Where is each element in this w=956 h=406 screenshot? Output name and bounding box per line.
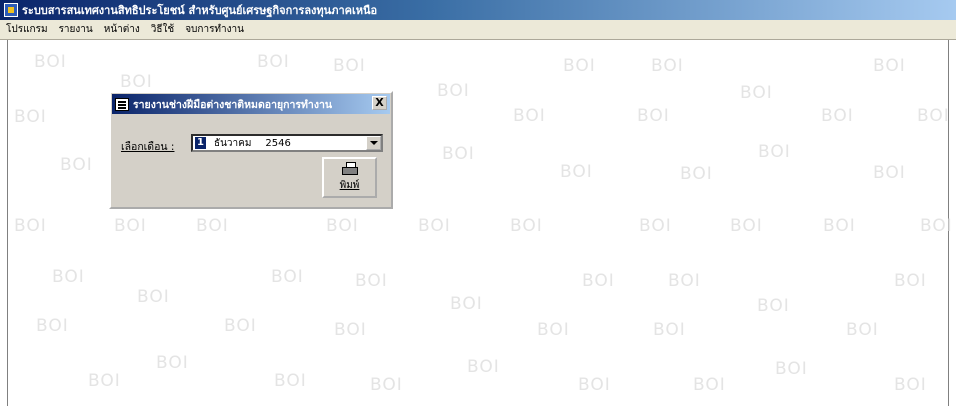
watermark-text: BOI — [196, 216, 229, 236]
watermark-text: BOI — [52, 267, 85, 287]
watermark-text: BOI — [563, 56, 596, 76]
watermark-text: BOI — [775, 359, 808, 379]
watermark-text: BOI — [333, 56, 366, 76]
watermark-text: BOI — [821, 106, 854, 126]
watermark-text: BOI — [894, 271, 927, 291]
watermark-text: BOI — [637, 106, 670, 126]
title-bar: ระบบสารสนเทศงานสิทธิประโยชน์ สำหรับศูนย์… — [0, 0, 956, 20]
watermark-text: BOI — [578, 375, 611, 395]
watermark-text: BOI — [846, 320, 879, 340]
watermark-text: BOI — [467, 357, 500, 377]
watermark-text: BOI — [450, 294, 483, 314]
watermark-text: BOI — [137, 287, 170, 307]
window-title: ระบบสารสนเทศงานสิทธิประโยชน์ สำหรับศูนย์… — [22, 4, 378, 17]
watermark-text: BOI — [60, 155, 93, 175]
month-label: เลือกเดือน : — [121, 141, 175, 153]
watermark-text: BOI — [537, 320, 570, 340]
dialog-title: รายงานช่างฝีมือต่างชาติหมดอายุการทำงาน — [133, 98, 333, 111]
report-icon — [115, 97, 129, 111]
watermark-text: BOI — [873, 56, 906, 76]
watermark-text: BOI — [14, 216, 47, 236]
report-dialog: รายงานช่างฝีมือต่างชาติหมดอายุการทำงาน X… — [109, 91, 393, 209]
watermark-text: BOI — [917, 106, 950, 126]
watermark-text: BOI — [894, 375, 927, 395]
watermark-text: BOI — [370, 375, 403, 395]
watermark-text: BOI — [114, 216, 147, 236]
month-select[interactable]: 1 ธันวาคม 2546 — [191, 134, 383, 152]
month-name: ธันวาคม — [213, 137, 252, 149]
dialog-title-bar: รายงานช่างฝีมือต่างชาติหมดอายุการทำงาน X — [112, 94, 390, 114]
watermark-text: BOI — [639, 216, 672, 236]
watermark-text: BOI — [326, 216, 359, 236]
close-button[interactable]: X — [372, 96, 387, 110]
watermark-text: BOI — [224, 316, 257, 336]
menu-window[interactable]: หน้าต่าง — [104, 22, 140, 37]
menu-exit[interactable]: จบการทำงาน — [185, 22, 244, 37]
watermark-text: BOI — [668, 271, 701, 291]
print-button[interactable]: พิมพ์ — [322, 157, 377, 198]
year-value: 2546 — [265, 137, 291, 149]
watermark-text: BOI — [651, 56, 684, 76]
menu-help[interactable]: วิธีใช้ — [151, 22, 174, 37]
watermark-text: BOI — [510, 216, 543, 236]
watermark-text: BOI — [274, 371, 307, 391]
watermark-text: BOI — [437, 81, 470, 101]
printer-icon — [341, 162, 359, 176]
watermark-text: BOI — [88, 371, 121, 391]
watermark-text: BOI — [271, 267, 304, 287]
print-label: พิมพ์ — [339, 180, 360, 191]
watermark-text: BOI — [257, 52, 290, 72]
watermark-text: BOI — [758, 142, 791, 162]
menu-program[interactable]: โปรแกรม — [6, 22, 48, 37]
chevron-down-icon[interactable] — [366, 136, 381, 150]
watermark-text: BOI — [120, 72, 153, 92]
watermark-text: BOI — [693, 375, 726, 395]
watermark-text: BOI — [680, 164, 713, 184]
watermark-text: BOI — [36, 316, 69, 336]
watermark-text: BOI — [442, 144, 475, 164]
watermark-text: BOI — [757, 296, 790, 316]
watermark-text: BOI — [730, 216, 763, 236]
app-icon[interactable] — [4, 3, 18, 17]
menu-report[interactable]: รายงาน — [59, 22, 93, 37]
watermark-text: BOI — [920, 216, 953, 236]
watermark-text: BOI — [34, 52, 67, 72]
watermark-text: BOI — [355, 271, 388, 291]
watermark-text: BOI — [560, 162, 593, 182]
watermark-text: BOI — [582, 271, 615, 291]
mdi-left-border — [7, 40, 8, 406]
watermark-text: BOI — [14, 107, 47, 127]
watermark-text: BOI — [873, 163, 906, 183]
watermark-text: BOI — [334, 320, 367, 340]
watermark-text: BOI — [156, 353, 189, 373]
menu-bar: โปรแกรม รายงาน หน้าต่าง วิธีใช้ จบการทำง… — [0, 20, 956, 40]
watermark-text: BOI — [740, 83, 773, 103]
watermark-text: BOI — [823, 216, 856, 236]
watermark-text: BOI — [653, 320, 686, 340]
watermark-text: BOI — [513, 106, 546, 126]
month-number: 1 — [195, 137, 206, 149]
watermark-text: BOI — [418, 216, 451, 236]
